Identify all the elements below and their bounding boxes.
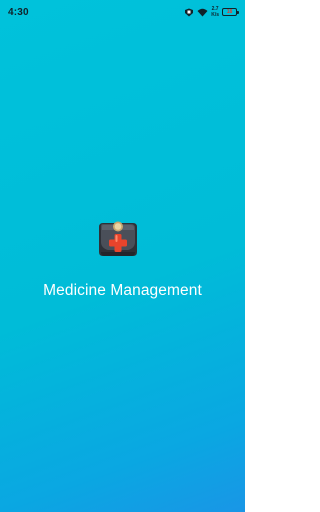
app-title: Medicine Management [43,282,202,299]
status-bar: 4:30 2.7 K/s 18 [0,0,245,24]
network-speed: 2.7 K/s [211,6,219,18]
first-aid-kit-icon [95,214,141,260]
splash-screen: 4:30 2.7 K/s 18 Medicine Management [0,0,245,512]
battery-level: 18 [226,9,233,15]
wifi-icon [197,8,208,17]
status-icons: 2.7 K/s 18 [184,6,239,18]
status-time: 4:30 [8,6,29,18]
notification-icon [184,8,194,17]
battery-icon: 18 [222,8,239,16]
network-speed-unit: K/s [211,12,219,18]
